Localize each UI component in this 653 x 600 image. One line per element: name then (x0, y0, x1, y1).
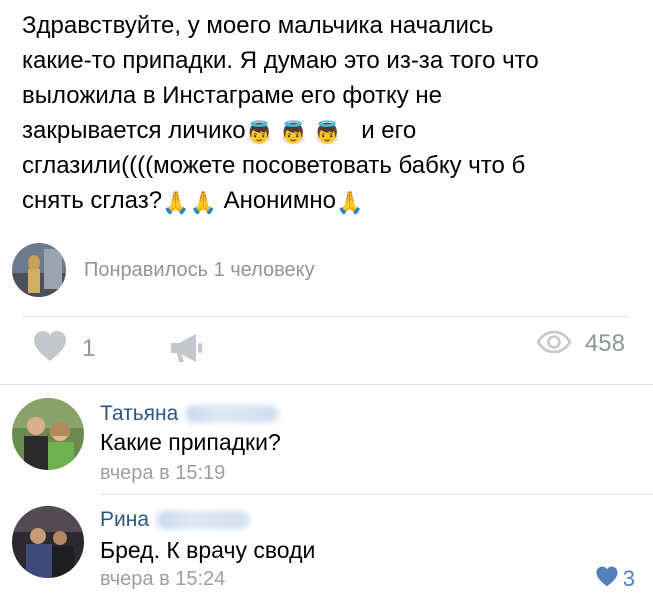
post-line-segment: закрывается личико (22, 117, 246, 144)
post-line-segment: снять сглаз? (22, 187, 163, 214)
baby-angel-emoji-icon: 👼 (279, 120, 308, 145)
post-line: сглазили((((можете посоветовать бабку чт… (22, 152, 526, 179)
comment-like-count: 3 (622, 566, 635, 591)
post-line: выложила в Инстаграме его фотку не (22, 82, 442, 109)
comment-time: вчера в 15:24 (100, 568, 226, 590)
divider (22, 316, 629, 317)
comment-time: вчера в 15:19 (100, 462, 226, 484)
blurred-surname (157, 511, 250, 530)
like-button[interactable]: 1 (32, 330, 95, 367)
liked-by-row[interactable]: Понравилось 1 человеку (12, 243, 315, 297)
commenter-name-text[interactable]: Татьяна (100, 402, 178, 425)
divider (0, 384, 653, 385)
commenter-avatar[interactable] (12, 506, 84, 578)
pray-emoji-icon: 🙏 (189, 190, 217, 215)
comment-text: Какие припадки? (100, 429, 281, 455)
post-line: снять сглаз?🙏🙏 Анонимно🙏 (22, 183, 642, 218)
post-line-segment: и его (361, 117, 417, 144)
commenter-name-text[interactable]: Рина (100, 508, 149, 531)
divider (100, 494, 653, 495)
views-counter: 458 (536, 330, 625, 358)
commenter-name[interactable]: Рина (100, 508, 250, 532)
comment-item: Рина Бред. К врачу своди вчера в 15:24 3 (0, 500, 653, 600)
liked-by-text[interactable]: Понравилось 1 человеку (84, 259, 315, 282)
post-line: какие-то припадки. Я думаю это из-за тог… (22, 47, 539, 74)
baby-angel-emoji-icon: 👼 (313, 120, 342, 145)
comment-item: Татьяна Какие припадки? вчера в 15:19 (0, 392, 653, 500)
eye-icon (536, 330, 572, 358)
post-line-segment: Анонимно (223, 187, 336, 214)
comment-text: Бред. К врачу своди (100, 537, 316, 563)
views-count: 458 (584, 330, 625, 357)
share-button[interactable] (168, 332, 204, 369)
heart-icon (595, 566, 619, 592)
like-count: 1 (82, 334, 96, 362)
pray-emoji-icon: 🙏 (162, 190, 190, 215)
post-text: Здравствуйте, у моего мальчика начались … (22, 8, 642, 218)
vk-post-screen: Здравствуйте, у моего мальчика начались … (0, 0, 653, 600)
comment-like-button[interactable]: 3 (595, 566, 635, 592)
commenter-name[interactable]: Татьяна (100, 402, 279, 426)
blurred-surname (186, 405, 279, 424)
baby-angel-emoji-icon: 👼 (245, 120, 274, 145)
heart-icon (32, 330, 68, 367)
liker-avatar[interactable] (12, 243, 66, 297)
post-line: Здравствуйте, у моего мальчика начались (22, 12, 494, 39)
post-actions: 1 458 (0, 328, 653, 372)
post-line: закрывается личико👼 👼 👼 и его (22, 113, 642, 148)
pray-emoji-icon: 🙏 (335, 190, 364, 215)
commenter-avatar[interactable] (12, 398, 84, 470)
megaphone-icon (168, 334, 204, 368)
